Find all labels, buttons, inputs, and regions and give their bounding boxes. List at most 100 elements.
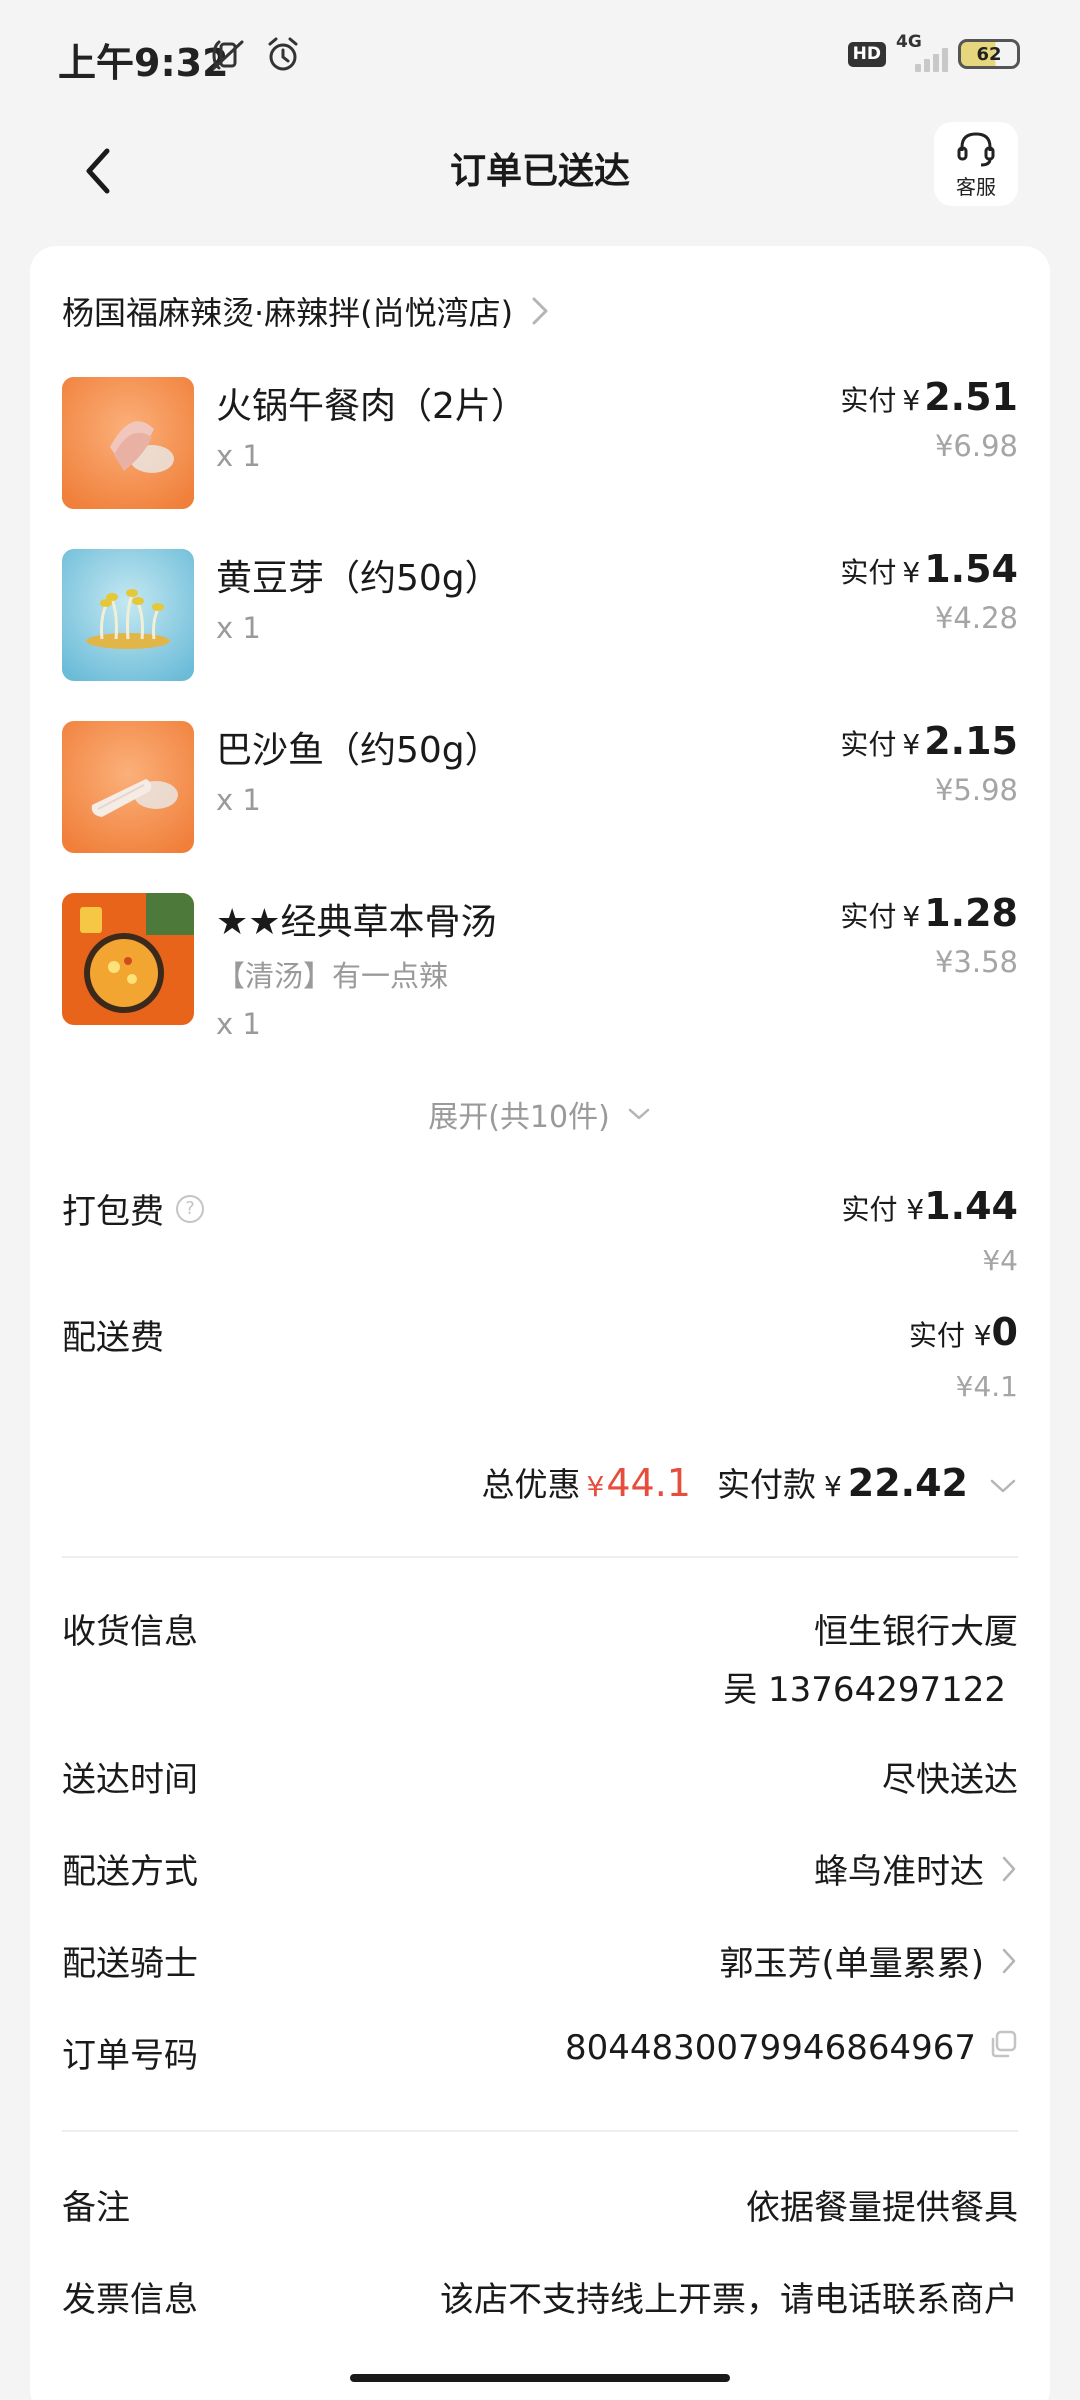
item-image <box>62 893 194 1025</box>
headset-icon <box>957 131 995 166</box>
battery-icon: 62 <box>958 39 1020 69</box>
fee-paid-value: 0 <box>991 1310 1018 1354</box>
delivery-time-label: 送达时间 <box>62 1760 198 1800</box>
paid-value: 2.15 <box>924 719 1018 763</box>
expand-label: 展开(共10件) <box>428 1100 610 1135</box>
customer-service-button[interactable]: 客服 <box>934 122 1018 206</box>
order-item[interactable]: ★★经典草本骨汤 【清汤】有一点辣 x 1 实付 ¥1.28 ¥3.58 <box>62 891 1018 1053</box>
order-number-value: 8044830079946864967 <box>565 2028 1018 2068</box>
discount-value: 44.1 <box>606 1461 691 1505</box>
address-value: 恒生银行大厦 <box>814 1612 1018 1652</box>
fee-paid: 实付 ¥0 <box>909 1310 1018 1354</box>
totals-row[interactable]: 总优惠 ¥ 44.1 实付款 ¥ 22.42 <box>482 1458 1018 1506</box>
packaging-fee-row: 打包费 ? 实付 ¥1.44 ¥4 <box>62 1184 1018 1284</box>
delivery-method-label: 配送方式 <box>62 1852 198 1892</box>
paid-value: 2.51 <box>924 375 1018 419</box>
fee-paid: 实付 ¥1.44 <box>842 1184 1018 1228</box>
paid-label: 实付 <box>840 384 897 417</box>
home-indicator[interactable] <box>350 2374 730 2382</box>
mute-vibrate-icon <box>212 40 244 70</box>
remark-value: 依据餐量提供餐具 <box>746 2188 1018 2228</box>
order-item[interactable]: 火锅午餐肉（2片） x 1 实付 ¥2.51 ¥6.98 <box>62 375 1018 509</box>
fee-paid-value: 1.44 <box>924 1184 1018 1228</box>
expand-items-button[interactable]: 展开(共10件) <box>30 1092 1050 1136</box>
item-original-price: ¥4.28 <box>934 601 1018 635</box>
paid-value: 1.28 <box>924 891 1018 935</box>
bone-soup-image <box>62 893 194 1025</box>
order-card: 杨国福麻辣烫·麻辣拌(尚悦湾店) 火锅午餐肉（2片） x 1 实付 ¥2.51 ¥… <box>30 246 1050 2400</box>
item-image <box>62 721 194 853</box>
order-item[interactable]: 巴沙鱼（约50g） x 1 实付 ¥2.15 ¥5.98 <box>62 719 1018 853</box>
fee-original: ¥4.1 <box>955 1370 1018 1403</box>
paid-label: 实付 <box>840 900 897 933</box>
delivery-method-value: 蜂鸟准时达 <box>814 1844 1018 1893</box>
chevron-right-icon <box>1002 1856 1016 1881</box>
remark-label: 备注 <box>62 2188 130 2228</box>
fee-paid-label: 实付 ¥ <box>841 1193 925 1226</box>
paid-label: 实付 <box>840 728 897 761</box>
shop-link[interactable]: 杨国福麻辣烫·麻辣拌(尚悦湾店) <box>62 288 551 334</box>
divider <box>62 2130 1018 2132</box>
status-right: HD 4G 62 <box>847 32 1020 72</box>
chevron-down-icon <box>628 1108 650 1120</box>
invoice-label: 发票信息 <box>62 2280 198 2320</box>
help-icon[interactable]: ? <box>176 1194 204 1223</box>
address-row: 收货信息 恒生银行大厦 吴 13764297122 <box>62 1604 1018 1714</box>
copy-button[interactable] <box>976 2028 1018 2068</box>
yen-symbol: ¥ <box>902 900 921 933</box>
order-number-row: 订单号码 8044830079946864967 <box>62 2028 1018 2078</box>
item-quantity: x 1 <box>216 1007 261 1041</box>
item-name: 巴沙鱼（约50g） <box>216 730 501 771</box>
address-label: 收货信息 <box>62 1612 198 1652</box>
order-item[interactable]: 黄豆芽（约50g） x 1 实付 ¥1.54 ¥4.28 <box>62 547 1018 681</box>
yen-symbol: ¥ <box>902 384 921 417</box>
status-time: 上午9:32 <box>58 41 229 85</box>
discount-yen: ¥ <box>586 1470 605 1503</box>
item-paid-price: 实付 ¥1.28 <box>840 891 1018 935</box>
signal-icon: 4G <box>896 32 948 72</box>
item-name: ★★经典草本骨汤 <box>216 902 497 943</box>
paid-value: 1.54 <box>924 547 1018 591</box>
delivery-fee-row: 配送费 实付 ¥0 ¥4.1 <box>62 1310 1018 1410</box>
item-spec: 【清汤】有一点辣 <box>216 959 449 993</box>
rider-row[interactable]: 配送骑士 郭玉芳(单量累累) <box>62 1936 1018 1986</box>
contact-value: 吴 13764297122 <box>723 1670 1006 1710</box>
chevron-right-icon <box>1002 1948 1016 1973</box>
delivery-method-text: 蜂鸟准时达 <box>814 1852 984 1892</box>
item-original-price: ¥5.98 <box>934 773 1018 807</box>
invoice-value: 该店不支持线上开票，请电话联系商户 <box>440 2280 1018 2320</box>
packaging-fee-label: 打包费 <box>62 1192 164 1232</box>
battery-level: 62 <box>976 43 1002 65</box>
item-name: 火锅午餐肉（2片） <box>216 386 527 427</box>
rider-value: 郭玉芳(单量累累) <box>719 1936 1018 1985</box>
pay-label: 实付款 <box>716 1465 816 1504</box>
delivery-fee-label: 配送费 <box>62 1318 164 1358</box>
header: 订单已送达 客服 <box>0 110 1080 240</box>
rider-text: 郭玉芳(单量累累) <box>719 1944 984 1984</box>
status-icons <box>206 34 304 76</box>
rider-label: 配送骑士 <box>62 1944 198 1984</box>
item-image <box>62 549 194 681</box>
pay-yen: ¥ <box>823 1470 842 1503</box>
yen-symbol: ¥ <box>902 556 921 589</box>
hd-badge: HD <box>847 41 886 67</box>
item-image <box>62 377 194 509</box>
fee-original: ¥4 <box>982 1244 1018 1277</box>
item-original-price: ¥3.58 <box>934 945 1018 979</box>
item-quantity: x 1 <box>216 611 261 645</box>
shop-name: 杨国福麻辣烫·麻辣拌(尚悦湾店) <box>62 294 514 332</box>
fee-paid-label: 实付 ¥ <box>908 1319 992 1352</box>
page-title: 订单已送达 <box>449 151 630 192</box>
delivery-time-value: 尽快送达 <box>882 1760 1018 1800</box>
item-quantity: x 1 <box>216 439 261 473</box>
delivery-time-row: 送达时间 尽快送达 <box>62 1752 1018 1802</box>
fee-label: 打包费 ? <box>62 1184 204 1233</box>
pay-value: 22.42 <box>847 1461 968 1505</box>
service-label: 客服 <box>956 174 996 199</box>
item-paid-price: 实付 ¥1.54 <box>840 547 1018 591</box>
delivery-method-row[interactable]: 配送方式 蜂鸟准时达 <box>62 1844 1018 1894</box>
item-paid-price: 实付 ¥2.15 <box>840 719 1018 763</box>
order-number-label: 订单号码 <box>62 2036 198 2076</box>
remark-row: 备注 依据餐量提供餐具 <box>62 2180 1018 2230</box>
basa-fish-image <box>62 721 194 853</box>
